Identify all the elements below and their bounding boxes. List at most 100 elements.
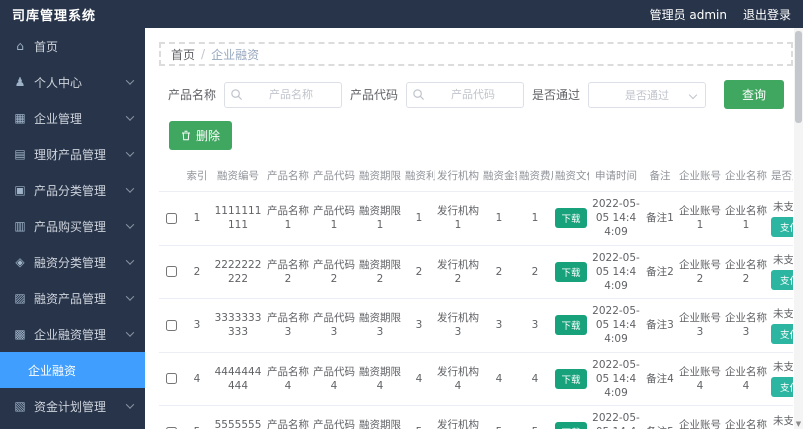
user-info: 管理员 admin bbox=[649, 7, 727, 22]
cell-product_code: 产品代码1 bbox=[311, 191, 357, 246]
cell-company: 企业名称5 bbox=[723, 405, 769, 429]
table-row: 4 4444444444 产品名称4 产品代码4 融资期限4 4 发行机构4 4 4 下载 2022… bbox=[159, 352, 793, 407]
sidebar-item[interactable]: ▧ 资金计划管理 bbox=[0, 388, 145, 424]
product-purchase-icon: ▥ bbox=[14, 219, 26, 233]
download-button[interactable]: 下载 bbox=[555, 422, 587, 429]
cell-index: 2 bbox=[183, 245, 211, 300]
download-button[interactable]: 下载 bbox=[555, 208, 587, 229]
cell-product_code: 产品代码4 bbox=[311, 352, 357, 407]
cell-rate: 1 bbox=[403, 191, 435, 246]
chevron-down-icon bbox=[688, 90, 698, 99]
sidebar-item[interactable]: ▨ 融资产品管理 bbox=[0, 280, 145, 316]
filter-bar: 产品名称 产品代码 是否通过 是否通过 bbox=[159, 80, 793, 109]
row-checkbox[interactable] bbox=[165, 373, 177, 385]
cell-amount: 5 bbox=[481, 405, 517, 429]
sidebar-item-label: 融资产品管理 bbox=[34, 291, 107, 306]
cell-amount: 3 bbox=[481, 298, 517, 353]
cell-term: 融资期限5 bbox=[357, 405, 403, 429]
cell-product_name: 产品名称2 bbox=[265, 245, 311, 300]
pay-button[interactable]: 支付 bbox=[771, 323, 793, 344]
scrollbar-thumb[interactable] bbox=[795, 31, 802, 123]
sidebar-item[interactable]: ▦ 企业管理 bbox=[0, 100, 145, 136]
cell-product_name: 产品名称1 bbox=[265, 191, 311, 246]
sidebar-subitem-label: 企业融资 bbox=[28, 363, 77, 378]
cell-apply_time: 2022-05-05 14:44:09 bbox=[589, 298, 643, 353]
pass-select[interactable]: 是否通过 bbox=[588, 81, 707, 108]
top-bar: 司库管理系统 管理员 admin 退出登录 bbox=[0, 0, 803, 28]
column-header: 融资金额 bbox=[481, 160, 517, 192]
pay-status: 未支付 bbox=[773, 361, 793, 374]
delete-button[interactable]: 删除 bbox=[169, 121, 233, 150]
vertical-scrollbar[interactable]: ▼ bbox=[794, 28, 803, 429]
select-column-header bbox=[159, 160, 183, 192]
cell-account: 企业账号1 bbox=[677, 191, 723, 246]
product-name-label: 产品名称 bbox=[167, 88, 216, 102]
breadcrumb-separator: / bbox=[201, 47, 206, 61]
cell-rate: 5 bbox=[403, 405, 435, 429]
cell-apply_time: 2022-05-05 14:44:09 bbox=[589, 245, 643, 300]
sidebar-item-label: 产品购买管理 bbox=[34, 219, 107, 234]
download-button[interactable]: 下载 bbox=[555, 368, 587, 389]
delete-button-label: 删除 bbox=[196, 129, 221, 143]
cell-product_code: 产品代码5 bbox=[311, 405, 357, 429]
sidebar-item-label: 企业管理 bbox=[34, 111, 83, 126]
cell-rate: 4 bbox=[403, 352, 435, 407]
pay-button[interactable]: 支付 bbox=[771, 270, 793, 291]
sidebar-menu: ⌂ 首页 ♟ 个人中心 ▦ 企业管理 ▤ 理财产品管理 ▣ 产品分类管理 ▥ 产品购买管理 ◈ 融资分类管… bbox=[0, 28, 145, 424]
pay-status: 未支付 bbox=[773, 254, 793, 267]
sidebar-item[interactable]: ⌂ 首页 bbox=[0, 28, 145, 64]
cell-issuer: 发行机构2 bbox=[435, 245, 481, 300]
cell-amount: 2 bbox=[481, 245, 517, 300]
row-checkbox[interactable] bbox=[165, 266, 177, 278]
cell-code: 1111111111 bbox=[211, 191, 265, 246]
breadcrumb-home[interactable]: 首页 bbox=[171, 46, 195, 63]
cell-apply_time: 2022-05-05 14:44:09 bbox=[589, 191, 643, 246]
query-button[interactable]: 查询 bbox=[724, 80, 785, 109]
pay-status: 未支付 bbox=[773, 200, 793, 213]
chevron-down-icon bbox=[125, 220, 135, 229]
row-checkbox[interactable] bbox=[165, 212, 177, 224]
table-row: 1 1111111111 产品名称1 产品代码1 融资期限1 1 发行机构1 1 1 下载 2022… bbox=[159, 191, 793, 246]
sidebar-item[interactable]: ◈ 融资分类管理 bbox=[0, 244, 145, 280]
cell-apply_time: 2022-05-05 14:44:09 bbox=[589, 352, 643, 407]
cell-fee: 3 bbox=[517, 298, 553, 353]
download-button[interactable]: 下载 bbox=[555, 315, 587, 336]
logout-link[interactable]: 退出登录 bbox=[743, 6, 791, 23]
cell-code: 2222222222 bbox=[211, 245, 265, 300]
column-header: 融资费用 bbox=[517, 160, 553, 192]
table-row: 55555555555产品名称5产品代码5融资期限55发行机构555下载2022… bbox=[159, 405, 793, 429]
financing-product-icon: ▨ bbox=[14, 291, 26, 305]
column-header: 融资文件 bbox=[553, 160, 589, 192]
cell-index: 4 bbox=[183, 352, 211, 407]
sidebar-subitem[interactable]: 企业融资 bbox=[0, 352, 145, 388]
sidebar-item[interactable]: ▤ 理财产品管理 bbox=[0, 136, 145, 172]
enterprise-financing-icon: ▩ bbox=[14, 327, 26, 341]
cell-rate: 3 bbox=[403, 298, 435, 353]
sidebar-item[interactable]: ▣ 产品分类管理 bbox=[0, 172, 145, 208]
pay-button[interactable]: 支付 bbox=[771, 216, 793, 237]
column-header: 企业账号 bbox=[677, 160, 723, 192]
pay-button[interactable]: 支付 bbox=[771, 377, 793, 398]
sidebar-item[interactable]: ▥ 产品购买管理 bbox=[0, 208, 145, 244]
column-header: 产品名称 bbox=[265, 160, 311, 192]
row-checkbox[interactable] bbox=[165, 319, 177, 331]
sidebar-item-label: 企业融资管理 bbox=[34, 327, 107, 342]
column-header: 申请时间 bbox=[589, 160, 643, 192]
cell-product_code: 产品代码3 bbox=[311, 298, 357, 353]
scrollbar-down-arrow[interactable]: ▼ bbox=[794, 420, 803, 428]
sidebar-item[interactable]: ♟ 个人中心 bbox=[0, 64, 145, 100]
cell-amount: 4 bbox=[481, 352, 517, 407]
product-category-icon: ▣ bbox=[14, 183, 26, 197]
sidebar-item-label: 资金计划管理 bbox=[34, 399, 107, 414]
chevron-down-icon bbox=[125, 184, 135, 193]
sidebar-item[interactable]: ▩ 企业融资管理 bbox=[0, 316, 145, 352]
sidebar-item-label: 个人中心 bbox=[34, 75, 83, 90]
table-header-row: 索引融资编号产品名称产品代码融资期限融资利率发行机构融资金额融资费用融资文件申请… bbox=[159, 160, 793, 192]
pay-status: 未支付 bbox=[773, 307, 793, 320]
cell-rate: 2 bbox=[403, 245, 435, 300]
cell-index: 1 bbox=[183, 191, 211, 246]
cell-account: 企业账号3 bbox=[677, 298, 723, 353]
download-button[interactable]: 下载 bbox=[555, 261, 587, 282]
cell-issuer: 发行机构4 bbox=[435, 352, 481, 407]
user-icon: ♟ bbox=[14, 75, 26, 89]
